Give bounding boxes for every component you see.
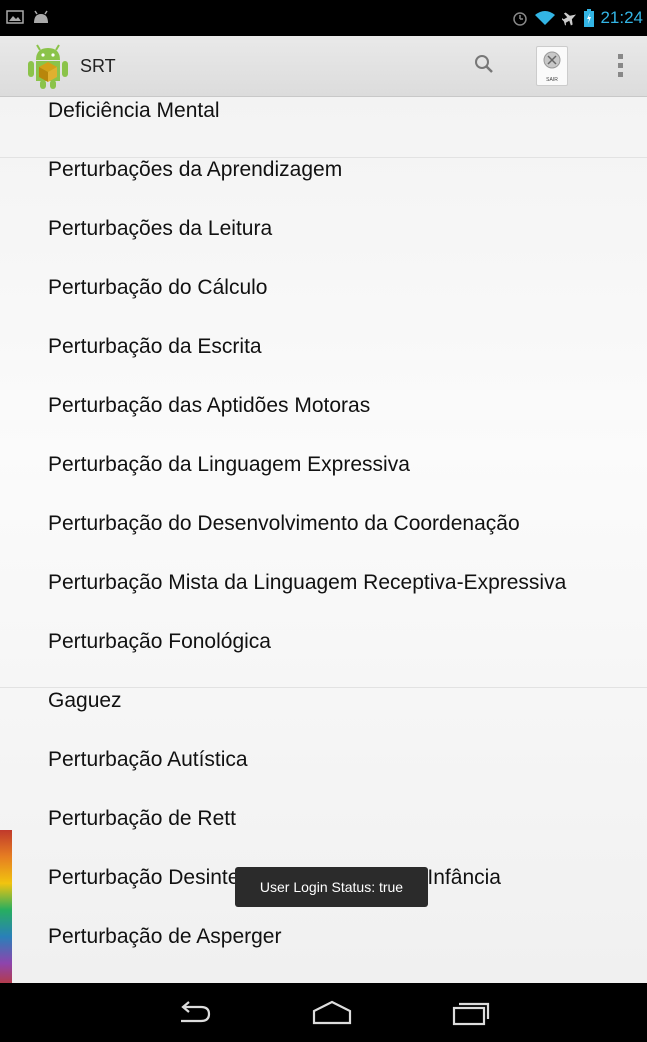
list-item-label: Perturbação da Linguagem Expressiva bbox=[48, 453, 410, 476]
disorder-list: Deficiência Mental Perturbações da Apren… bbox=[0, 97, 647, 983]
status-bar: 21:24 bbox=[0, 0, 647, 36]
app-screen: 21:24 SRT SAIR Deficiência Mental Pertur… bbox=[0, 0, 647, 1042]
list-item-label: Perturbações da Aprendizagem bbox=[48, 158, 343, 181]
image-notification-icon bbox=[6, 10, 24, 24]
battery-charging-icon bbox=[584, 9, 595, 27]
list-item-label: Perturbação do Desenvolvimento da Coorde… bbox=[48, 512, 520, 535]
list-item[interactable]: Deficiência Mental bbox=[0, 97, 647, 144]
list-item-label: Perturbação das Aptidões Motoras bbox=[48, 394, 371, 417]
list-item[interactable]: Perturbação da Escrita bbox=[0, 321, 647, 380]
list-item-label: Deficiência Mental bbox=[48, 99, 220, 122]
android-app-icon[interactable] bbox=[24, 42, 72, 90]
system-status-icons: 21:24 bbox=[512, 8, 643, 28]
list-item-label: Perturbação Fonológica bbox=[48, 630, 271, 653]
wallpaper-edge bbox=[0, 830, 12, 990]
list-item[interactable]: Perturbação do Cálculo bbox=[0, 262, 647, 321]
alarm-icon bbox=[513, 12, 528, 26]
notification-icons bbox=[6, 10, 50, 24]
list-item[interactable]: Perturbação das Aptidões Motoras bbox=[0, 380, 647, 439]
list-item[interactable]: Perturbação do Desenvolvimento da Coorde… bbox=[0, 498, 647, 557]
overflow-menu-icon[interactable] bbox=[612, 52, 628, 80]
list-item-label: Perturbação Mista da Linguagem Receptiva… bbox=[48, 571, 567, 594]
list-item-label: Perturbação do Cálculo bbox=[48, 276, 268, 299]
action-bar: SRT SAIR bbox=[0, 36, 647, 97]
list-item[interactable]: Perturbação de Rett bbox=[0, 793, 647, 852]
list-item[interactable]: Perturbações da Leitura bbox=[0, 203, 647, 262]
app-title: SRT bbox=[80, 56, 116, 76]
back-icon[interactable] bbox=[171, 997, 219, 1029]
logout-label: SAIR bbox=[546, 77, 558, 83]
list-item-label: Perturbação Autística bbox=[48, 748, 248, 771]
navigation-bar bbox=[0, 983, 647, 1042]
home-icon[interactable] bbox=[308, 997, 356, 1029]
clock: 21:24 bbox=[600, 8, 643, 27]
list-item[interactable]: Perturbação de Asperger bbox=[0, 911, 647, 970]
list-item[interactable]: Gaguez bbox=[0, 675, 647, 734]
search-icon[interactable] bbox=[470, 50, 500, 80]
list-item-label: Perturbações da Leitura bbox=[48, 217, 273, 240]
list-item[interactable]: Perturbação Autística bbox=[0, 734, 647, 793]
list-item-label: Perturbação de Asperger bbox=[48, 925, 282, 948]
list-item[interactable]: Perturbação da Linguagem Expressiva bbox=[0, 439, 647, 498]
list-item-label: Gaguez bbox=[48, 689, 122, 712]
list-item[interactable]: Perturbação Mista da Linguagem Receptiva… bbox=[0, 557, 647, 616]
toast-message: User Login Status: true bbox=[235, 867, 428, 907]
recent-apps-icon[interactable] bbox=[446, 997, 494, 1029]
android-notification-icon bbox=[34, 10, 48, 23]
airplane-icon bbox=[562, 12, 577, 26]
wifi-icon bbox=[535, 11, 556, 25]
list-item[interactable]: Perturbações da Aprendizagem bbox=[0, 144, 647, 203]
list-item-label: Perturbação da Escrita bbox=[48, 335, 262, 358]
list-item[interactable]: Perturbação Fonológica bbox=[0, 616, 647, 675]
logout-button[interactable]: SAIR bbox=[536, 46, 568, 86]
logout-icon bbox=[543, 51, 561, 69]
list-item-label: Perturbação de Rett bbox=[48, 807, 236, 830]
